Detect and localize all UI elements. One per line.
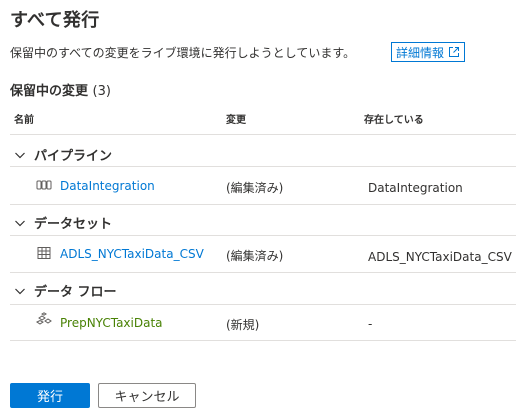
row-divider bbox=[10, 340, 516, 341]
row-divider bbox=[10, 204, 516, 205]
group-label-pipeline: パイプライン bbox=[34, 149, 113, 164]
row-divider bbox=[10, 304, 516, 305]
pending-changes-heading: 保留中の変更 (3) bbox=[10, 80, 111, 99]
item-change-status: (編集済み) bbox=[226, 249, 284, 263]
item-link-adls-nyctaxidata-csv[interactable]: ADLS_NYCTaxiData_CSV bbox=[60, 247, 204, 261]
row-divider bbox=[10, 235, 516, 236]
row-divider bbox=[10, 272, 516, 273]
column-header-change: 変更 bbox=[226, 115, 246, 126]
item-existing-value: DataIntegration bbox=[368, 181, 463, 195]
item-existing-value: ADLS_NYCTaxiData_CSV bbox=[368, 250, 512, 264]
item-link-dataintegration[interactable]: DataIntegration bbox=[60, 179, 155, 193]
chevron-down-icon bbox=[15, 220, 25, 226]
item-existing-value: - bbox=[368, 317, 373, 331]
dialog-title: すべて発行 bbox=[10, 10, 100, 31]
cancel-button[interactable]: キャンセル bbox=[98, 383, 196, 408]
header-divider bbox=[10, 134, 516, 135]
dataflow-icon bbox=[36, 312, 52, 325]
group-toggle-dataflow[interactable]: データ フロー bbox=[14, 281, 117, 300]
pending-changes-count: (3) bbox=[92, 84, 111, 99]
item-change-status: (新規) bbox=[226, 318, 260, 332]
learn-more-label: 詳細情報 bbox=[396, 45, 445, 60]
pipeline-icon bbox=[36, 180, 52, 190]
pending-changes-label: 保留中の変更 bbox=[10, 84, 89, 99]
dataset-table-icon bbox=[37, 247, 51, 259]
group-toggle-pipeline[interactable]: パイプライン bbox=[14, 145, 112, 164]
group-label-dataset: データセット bbox=[34, 217, 113, 232]
row-divider bbox=[10, 166, 516, 167]
item-change-status: (編集済み) bbox=[226, 181, 284, 195]
chevron-down-icon bbox=[15, 288, 25, 294]
publish-button[interactable]: 発行 bbox=[10, 383, 90, 408]
learn-more-link[interactable]: 詳細情報 bbox=[391, 42, 466, 62]
group-label-dataflow: データ フロー bbox=[34, 285, 117, 300]
column-header-name: 名前 bbox=[14, 115, 34, 126]
column-header-existing: 存在している bbox=[364, 115, 424, 126]
item-link-prepnyctaxidata[interactable]: PrepNYCTaxiData bbox=[60, 316, 163, 330]
group-toggle-dataset[interactable]: データセット bbox=[14, 213, 112, 232]
chevron-down-icon bbox=[15, 152, 25, 158]
dialog-description: 保留中のすべての変更をライブ環境に発行しようとしています。 bbox=[10, 46, 356, 60]
external-link-icon bbox=[449, 47, 460, 57]
